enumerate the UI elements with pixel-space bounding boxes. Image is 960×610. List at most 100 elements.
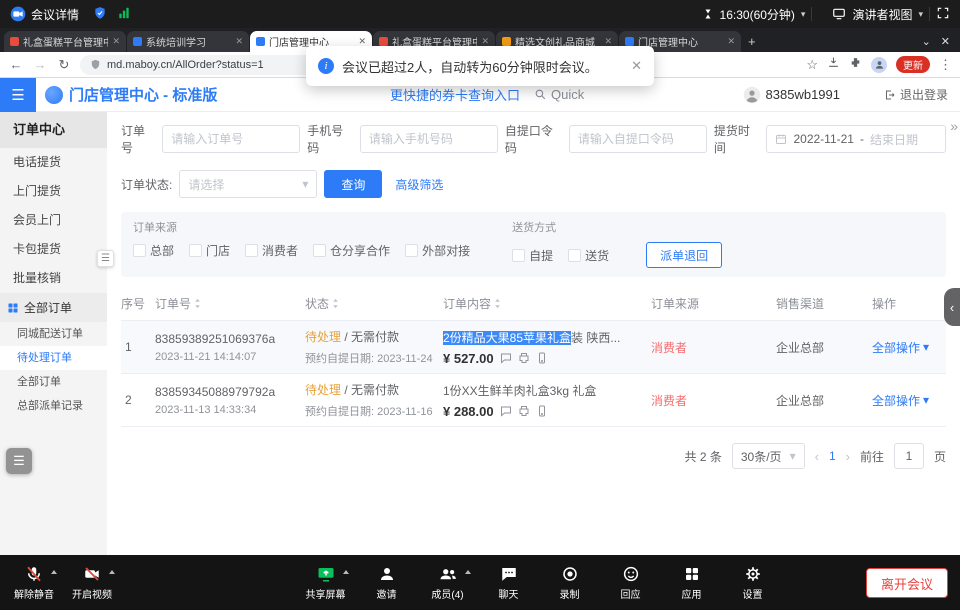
window-close-icon[interactable]: ✕ — [941, 35, 950, 48]
row-actions-dropdown[interactable]: 全部操作▾ — [872, 339, 946, 356]
checkbox-icon[interactable] — [313, 244, 326, 257]
start-date[interactable]: 2022-11-21 — [793, 132, 854, 146]
chevron-up-icon[interactable] — [343, 570, 349, 574]
meeting-details[interactable]: 会议详情 — [10, 6, 79, 23]
start-video-button[interactable]: 开启视频 — [66, 565, 118, 601]
phone-input[interactable] — [360, 125, 498, 153]
checkbox-hq[interactable]: 总部 — [133, 242, 174, 259]
react-button[interactable]: 回应 — [605, 565, 657, 601]
download-icon[interactable] — [827, 56, 840, 74]
table-row[interactable]: 2 83859345088979792a 2023-11-13 14:33:34… — [121, 374, 946, 427]
sidebar-group-all-orders[interactable]: 全部订单 — [0, 293, 107, 322]
col-content[interactable]: 订单内容 — [443, 295, 651, 312]
message-icon[interactable] — [500, 352, 512, 364]
table-row[interactable]: 1 83859389251069376a 2023-11-21 14:14:07… — [121, 321, 946, 374]
goto-page-input[interactable] — [894, 443, 924, 469]
browser-update-button[interactable]: 更新 — [896, 56, 930, 73]
phone-icon[interactable] — [536, 405, 548, 417]
sidebar-item-member-visit[interactable]: 会员上门 — [0, 206, 107, 235]
browser-tab[interactable]: 系统培训学习 ✕ — [127, 31, 249, 52]
order-status-select[interactable]: 请选择 ▾ — [179, 170, 317, 198]
sidebar-subitem-all-orders[interactable]: 全部订单 — [0, 370, 107, 394]
chevron-up-icon[interactable] — [51, 570, 57, 574]
chat-button[interactable]: 聊天 — [483, 565, 535, 601]
chevron-up-icon[interactable] — [109, 570, 115, 574]
prev-page-icon[interactable]: ‹ — [815, 449, 819, 464]
checkbox-icon[interactable] — [568, 249, 581, 262]
sidebar-edge-toggle[interactable]: ☰ — [97, 250, 114, 267]
invite-button[interactable]: 邀请 — [361, 565, 413, 601]
logout-button[interactable]: 退出登录 — [884, 86, 948, 103]
sort-icon[interactable] — [332, 298, 339, 309]
chevron-up-icon[interactable] — [465, 570, 471, 574]
checkbox-delivery[interactable]: 送货 — [568, 247, 609, 264]
signal-bars-icon[interactable] — [117, 6, 131, 23]
user-account[interactable]: 8385wb1991 — [743, 86, 840, 104]
message-icon[interactable] — [500, 405, 512, 417]
next-page-icon[interactable]: › — [846, 449, 850, 464]
col-status[interactable]: 状态 — [305, 295, 443, 312]
col-order-no[interactable]: 订单号 — [155, 295, 305, 312]
checkbox-icon[interactable] — [133, 244, 146, 257]
unmute-button[interactable]: 解除静音 — [8, 565, 60, 601]
meeting-panel-toggle[interactable]: ☰ — [6, 448, 32, 474]
tab-close-icon[interactable]: ✕ — [112, 36, 120, 47]
reload-icon[interactable]: ↻ — [56, 57, 72, 73]
sidebar-subitem-city-delivery[interactable]: 同城配送订单 — [0, 322, 107, 346]
sidebar-subitem-hq-dispatch[interactable]: 总部派单记录 — [0, 394, 107, 418]
page-size-select[interactable]: 30条/页 ▾ — [732, 443, 805, 469]
apps-button[interactable]: 应用 — [666, 565, 718, 601]
sidebar-item-card-pickup[interactable]: 卡包提货 — [0, 235, 107, 264]
right-panel-handle[interactable]: ‹ — [944, 288, 960, 326]
coupon-query-link[interactable]: 更快捷的券卡查询入口 — [390, 85, 520, 104]
app-logo[interactable]: 门店管理中心 - 标准版 — [45, 84, 217, 105]
sidebar-subitem-pending-orders[interactable]: 待处理订单 — [0, 346, 107, 370]
bookmark-star-icon[interactable]: ☆ — [806, 57, 818, 73]
order-no-input[interactable] — [162, 125, 300, 153]
checkbox-share-coop[interactable]: 仓分享合作 — [313, 242, 390, 259]
search-button[interactable]: 查询 — [324, 170, 382, 198]
shield-check-icon[interactable] — [93, 6, 107, 23]
end-date-placeholder[interactable]: 结束日期 — [870, 131, 918, 148]
page-number[interactable]: 1 — [829, 449, 836, 463]
meeting-timer[interactable]: 16:30(60分钟) ▾ — [702, 6, 806, 23]
checkbox-icon[interactable] — [512, 249, 525, 262]
browser-tab[interactable]: 礼盒蛋糕平台管理中心 ✕ — [4, 31, 126, 52]
share-screen-button[interactable]: 共享屏幕 — [300, 565, 352, 601]
phone-icon[interactable] — [536, 352, 548, 364]
sort-icon[interactable] — [494, 298, 501, 309]
printer-icon[interactable] — [518, 405, 530, 417]
browser-profile-avatar[interactable] — [871, 57, 887, 73]
tab-close-icon[interactable]: ✕ — [727, 36, 735, 47]
checkbox-external[interactable]: 外部对接 — [405, 242, 470, 259]
record-button[interactable]: 录制 — [544, 565, 596, 601]
tab-list-icon[interactable]: ⌄ — [922, 35, 931, 48]
dispatch-return-button[interactable]: 派单退回 — [646, 242, 722, 268]
view-mode-switch[interactable]: 演讲者视图 ▾ — [832, 6, 923, 23]
new-tab-button[interactable]: + — [748, 34, 756, 49]
checkbox-icon[interactable] — [189, 244, 202, 257]
checkbox-consumer[interactable]: 消费者 — [245, 242, 298, 259]
row-actions-dropdown[interactable]: 全部操作▾ — [872, 392, 946, 409]
advanced-filter-link[interactable]: 高级筛选 — [395, 176, 443, 193]
sidebar-item-batch-verify[interactable]: 批量核销 — [0, 264, 107, 293]
members-button[interactable]: 成员(4) — [422, 565, 474, 601]
settings-button[interactable]: 设置 — [727, 565, 779, 601]
browser-menu-icon[interactable]: ⋮ — [939, 57, 952, 73]
forward-icon[interactable]: → — [32, 57, 48, 72]
checkbox-icon[interactable] — [405, 244, 418, 257]
sidebar-item-door-pickup[interactable]: 上门提货 — [0, 177, 107, 206]
date-range-picker[interactable]: 2022-11-21 - 结束日期 — [766, 125, 946, 153]
extensions-icon[interactable] — [849, 56, 862, 74]
checkbox-icon[interactable] — [245, 244, 258, 257]
printer-icon[interactable] — [518, 352, 530, 364]
collapse-panel-icon[interactable]: » — [950, 118, 958, 134]
sidebar-toggle-button[interactable]: ☰ — [0, 78, 36, 112]
pickup-code-input[interactable] — [569, 125, 707, 153]
fullscreen-icon[interactable] — [936, 6, 950, 23]
toast-close-icon[interactable]: ✕ — [631, 58, 642, 74]
checkbox-self-pickup[interactable]: 自提 — [512, 247, 553, 264]
quick-search[interactable]: Quick — [534, 87, 584, 102]
leave-meeting-button[interactable]: 离开会议 — [866, 568, 948, 598]
sort-icon[interactable] — [194, 298, 201, 309]
